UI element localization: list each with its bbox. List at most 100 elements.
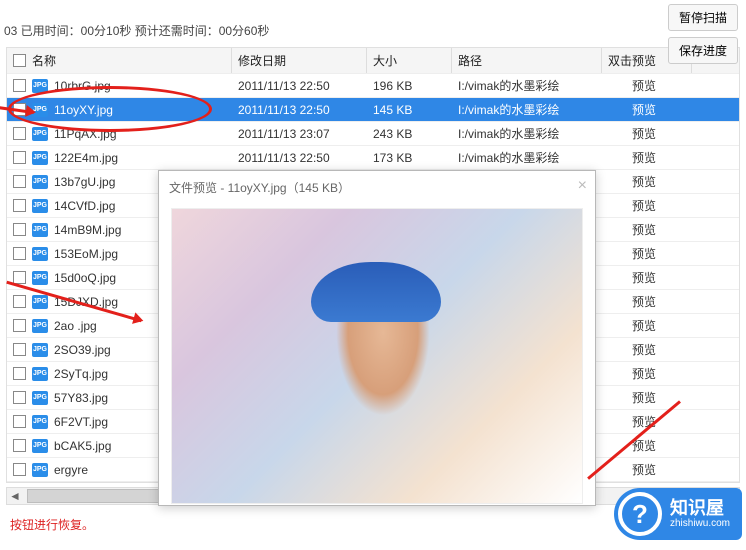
preview-link[interactable]: 预览 [602, 243, 692, 264]
logo-subtitle: zhishiwu.com [670, 518, 730, 529]
file-name: 122E4m.jpg [54, 151, 118, 165]
jpg-file-icon: JPG [32, 367, 48, 381]
file-name: 6F2VT.jpg [54, 415, 108, 429]
jpg-file-icon: JPG [32, 343, 48, 357]
file-name: 57Y83.jpg [54, 391, 108, 405]
preview-link[interactable]: 预览 [602, 123, 692, 144]
preview-link[interactable]: 预览 [602, 99, 692, 120]
file-date: 2011/11/13 22:50 [232, 77, 367, 95]
preview-link[interactable]: 预览 [602, 435, 692, 456]
file-date: 2011/11/13 22:50 [232, 101, 367, 119]
preview-title: 文件预览 - 11oyXY.jpg（145 KB） [159, 171, 595, 204]
jpg-file-icon: JPG [32, 127, 48, 141]
row-checkbox[interactable] [13, 199, 26, 212]
row-checkbox[interactable] [13, 247, 26, 260]
row-checkbox[interactable] [13, 415, 26, 428]
status-bar: 03 已用时间：00分10秒 预计还需时间：00分60秒 [0, 0, 746, 43]
row-checkbox[interactable] [13, 319, 26, 332]
jpg-file-icon: JPG [32, 247, 48, 261]
file-size: 243 KB [367, 125, 452, 143]
jpg-file-icon: JPG [32, 463, 48, 477]
pause-scan-button[interactable]: 暂停扫描 [668, 4, 738, 31]
file-name: bCAK5.jpg [54, 439, 111, 453]
table-row[interactable]: JPG 122E4m.jpg 2011/11/13 22:50173 KBI:/vi… [7, 146, 739, 170]
jpg-file-icon: JPG [32, 175, 48, 189]
preview-link[interactable]: 预览 [602, 219, 692, 240]
site-logo: ? 知识屋 zhishiwu.com [614, 488, 742, 540]
jpg-file-icon: JPG [32, 79, 48, 93]
file-name: 15d0oQ.jpg [54, 271, 116, 285]
file-name: 10rbrG.jpg [54, 79, 111, 93]
preview-link[interactable]: 预览 [602, 75, 692, 96]
file-name: 153EoM.jpg [54, 247, 118, 261]
row-checkbox[interactable] [13, 175, 26, 188]
preview-popup: 文件预览 - 11oyXY.jpg（145 KB） × [158, 170, 596, 506]
file-name: 11oyXY.jpg [54, 103, 113, 117]
row-checkbox[interactable] [13, 439, 26, 452]
file-name: 11PqAX.jpg [54, 127, 117, 141]
row-checkbox[interactable] [13, 79, 26, 92]
file-path: I:/vimak的水墨彩绘 [452, 99, 602, 120]
file-size: 145 KB [367, 101, 452, 119]
row-checkbox[interactable] [13, 127, 26, 140]
file-name: 2SO39.jpg [54, 343, 111, 357]
jpg-file-icon: JPG [32, 223, 48, 237]
row-checkbox[interactable] [13, 103, 26, 116]
table-row[interactable]: JPG10rbrG.jpg2011/11/13 22:50196 KBI:/vi… [7, 74, 739, 98]
row-checkbox[interactable] [13, 367, 26, 380]
toolbar: 暂停扫描 保存进度 [668, 4, 738, 70]
file-date: 2011/11/13 22:50 [232, 149, 367, 167]
preview-image [171, 208, 583, 504]
col-size[interactable]: 大小 [367, 48, 452, 73]
row-checkbox[interactable] [13, 151, 26, 164]
file-name: ergyre [54, 463, 88, 477]
preview-link[interactable]: 预览 [602, 315, 692, 336]
file-name: 14mB9M.jpg [54, 223, 121, 237]
preview-link[interactable]: 预览 [602, 363, 692, 384]
file-name: 13b7gU.jpg [54, 175, 115, 189]
select-all-checkbox[interactable] [13, 54, 26, 67]
jpg-file-icon: JPG [32, 439, 48, 453]
preview-link[interactable]: 预览 [602, 147, 692, 168]
jpg-file-icon: JPG [32, 151, 48, 165]
jpg-file-icon: JPG [32, 415, 48, 429]
preview-link[interactable]: 预览 [602, 459, 692, 480]
row-checkbox[interactable] [13, 463, 26, 476]
table-row[interactable]: JPG 11PqAX.jpg 2011/11/13 23:07243 KBI:/vi… [7, 122, 739, 146]
preview-link[interactable]: 预览 [602, 195, 692, 216]
scroll-left-icon[interactable]: ◄ [7, 488, 23, 504]
col-date[interactable]: 修改日期 [232, 48, 367, 73]
jpg-file-icon: JPG [32, 319, 48, 333]
jpg-file-icon: JPG [32, 295, 48, 309]
jpg-file-icon: JPG [32, 103, 48, 117]
file-path: I:/vimak的水墨彩绘 [452, 123, 602, 144]
file-name: 2SyTq.jpg [54, 367, 108, 381]
col-path[interactable]: 路径 [452, 48, 602, 73]
save-progress-button[interactable]: 保存进度 [668, 37, 738, 64]
row-checkbox[interactable] [13, 271, 26, 284]
file-name: 15DJXD.jpg [54, 295, 118, 309]
row-checkbox[interactable] [13, 343, 26, 356]
table-row[interactable]: JPG 11oyXY.jpg 2011/11/13 22:50145 KBI:/vi… [7, 98, 739, 122]
recovery-hint: 按钮进行恢复。 [10, 516, 94, 533]
logo-title: 知识屋 [670, 499, 730, 519]
preview-link[interactable]: 预览 [602, 387, 692, 408]
table-header: 名称 修改日期 大小 路径 双击预览 [7, 48, 739, 74]
row-checkbox[interactable] [13, 223, 26, 236]
preview-link[interactable]: 预览 [602, 267, 692, 288]
close-icon[interactable]: × [578, 177, 587, 195]
row-checkbox[interactable] [13, 295, 26, 308]
file-path: I:/vimak的水墨彩绘 [452, 147, 602, 168]
file-date: 2011/11/13 23:07 [232, 125, 367, 143]
col-name[interactable]: 名称 [7, 48, 232, 73]
file-size: 173 KB [367, 149, 452, 167]
row-checkbox[interactable] [13, 391, 26, 404]
jpg-file-icon: JPG [32, 391, 48, 405]
jpg-file-icon: JPG [32, 199, 48, 213]
preview-link[interactable]: 预览 [602, 339, 692, 360]
file-name: 14CVfD.jpg [54, 199, 115, 213]
preview-link[interactable]: 预览 [602, 411, 692, 432]
preview-link[interactable]: 预览 [602, 291, 692, 312]
jpg-file-icon: JPG [32, 271, 48, 285]
preview-link[interactable]: 预览 [602, 171, 692, 192]
